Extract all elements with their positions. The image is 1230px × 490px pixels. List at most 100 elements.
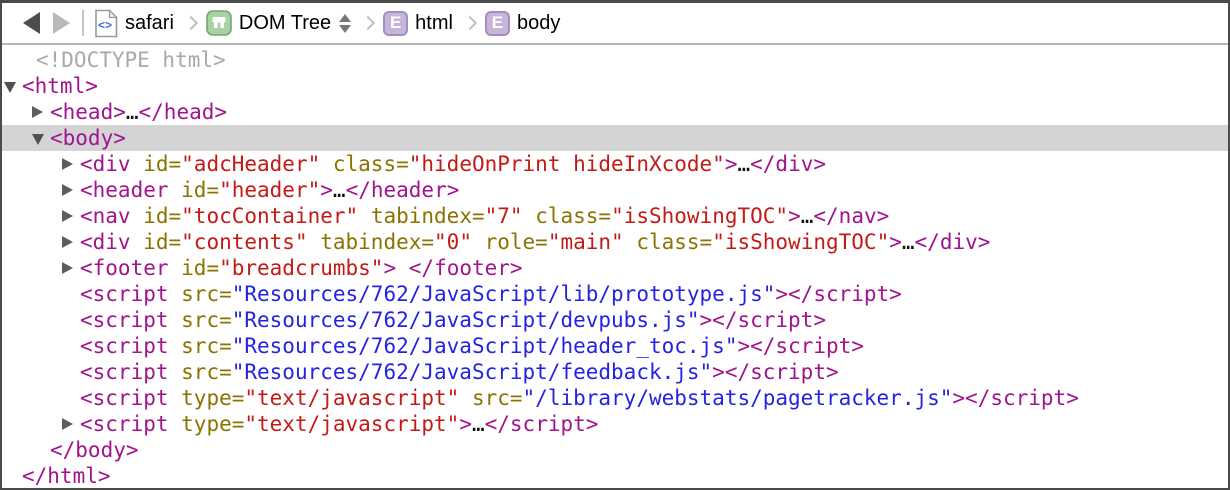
row-div-contents[interactable]: <div id="contents" tabindex="0" role="ma… <box>2 229 1228 255</box>
dom-tree-icon <box>206 10 232 36</box>
code-segment-tag: > <box>788 204 801 228</box>
code-segment-attr: src= <box>169 360 232 384</box>
row-body-open[interactable]: <body> <box>2 125 1228 151</box>
code-segment-dots: … <box>902 230 915 254</box>
forward-arrow-icon <box>53 12 70 34</box>
row-script-inline[interactable]: <script type="text/javascript">…</script… <box>2 411 1228 437</box>
code-segment-dots: … <box>333 178 346 202</box>
code-segment-link: "Resources/762/JavaScript/lib/prototype.… <box>232 282 776 306</box>
row-head[interactable]: <head>…</head> <box>2 99 1228 125</box>
code-segment-dots: … <box>472 412 485 436</box>
code-segment-val: "0" <box>434 230 472 254</box>
stepper-icon[interactable] <box>339 14 351 33</box>
breadcrumb-dom-tree-label: DOM Tree <box>239 12 331 35</box>
code-segment-tag: <script <box>80 386 169 410</box>
row-script-feedback[interactable]: <script src="Resources/762/JavaScript/fe… <box>2 359 1228 385</box>
row-script-prototype[interactable]: <script src="Resources/762/JavaScript/li… <box>2 281 1228 307</box>
code-segment-tag: </body> <box>50 438 139 462</box>
disclosure-open-icon[interactable] <box>32 134 44 145</box>
code-segment-tag: ></script> <box>952 386 1078 410</box>
row-nav-toccontainer[interactable]: <nav id="tocContainer" tabindex="7" clas… <box>2 203 1228 229</box>
breadcrumb-dom-tree[interactable]: DOM Tree <box>206 10 351 36</box>
code-segment-link: "Resources/762/JavaScript/feedback.js" <box>232 360 712 384</box>
dom-tree: <!DOCTYPE html><html><head>…</head><body… <box>2 45 1228 489</box>
code-segment-tag: </header> <box>346 178 460 202</box>
code-segment-plain <box>396 256 409 280</box>
code-segment-val: "text/javascript" <box>244 386 459 410</box>
code-segment-tag: <html> <box>22 74 98 98</box>
row-footer-breadcrumbs[interactable]: <footer id="breadcrumbs"> </footer> <box>2 255 1228 281</box>
code-segment-tag: </div> <box>915 230 991 254</box>
code-segment-attr: type= <box>169 412 245 436</box>
code-segment-val: "7" <box>485 204 523 228</box>
row-script-pagetracker[interactable]: <script type="text/javascript" src="/lib… <box>2 385 1228 411</box>
disclosure-closed-icon[interactable] <box>32 106 43 118</box>
breadcrumb-html[interactable]: E html <box>383 11 453 36</box>
code-segment-dots: … <box>126 100 139 124</box>
code-segment-tag: </footer> <box>409 256 523 280</box>
forward-button[interactable] <box>46 8 76 38</box>
code-segment-val: "hideOnPrint hideInXcode" <box>409 152 725 176</box>
row-div-adcheader[interactable]: <div id="adcHeader" class="hideOnPrint h… <box>2 151 1228 177</box>
code-segment-tag: <script <box>80 412 169 436</box>
code-segment-tag: ></script> <box>737 334 863 358</box>
breadcrumb-safari[interactable]: <> safari <box>94 9 174 38</box>
code-segment-tag: <div <box>80 152 131 176</box>
code-segment-val: "adcHeader" <box>181 152 320 176</box>
element-badge-icon: E <box>383 11 408 36</box>
row-html-open[interactable]: <html> <box>2 73 1228 99</box>
row-script-devpubs[interactable]: <script src="Resources/762/JavaScript/de… <box>2 307 1228 333</box>
row-script-header-toc[interactable]: <script src="Resources/762/JavaScript/he… <box>2 333 1228 359</box>
disclosure-closed-icon[interactable] <box>62 418 73 430</box>
row-doctype[interactable]: <!DOCTYPE html> <box>2 47 1228 73</box>
code-segment-attr: src= <box>169 308 232 332</box>
element-badge-icon: E <box>485 11 510 36</box>
stepper-down-icon <box>339 25 351 33</box>
code-segment-tag: <script <box>80 282 169 306</box>
code-segment-val: "tocContainer" <box>181 204 358 228</box>
code-segment-tag: </head> <box>139 100 228 124</box>
code-segment-attr: type= <box>169 386 245 410</box>
disclosure-closed-icon[interactable] <box>62 184 73 196</box>
disclosure-closed-icon[interactable] <box>62 210 73 222</box>
disclosure-closed-icon[interactable] <box>62 158 73 170</box>
code-segment-attr: class= <box>523 204 612 228</box>
web-inspector-window: <> safari DOM Tree E html E <box>0 0 1230 490</box>
code-segment-link: "/library/webstats/pagetracker.js" <box>523 386 953 410</box>
disclosure-closed-icon[interactable] <box>62 262 73 274</box>
breadcrumb-body[interactable]: E body <box>485 11 560 36</box>
code-segment-tag: <script <box>80 334 169 358</box>
code-segment-tag: <script <box>80 360 169 384</box>
row-header[interactable]: <header id="header">…</header> <box>2 177 1228 203</box>
row-body-close[interactable]: </body> <box>2 437 1228 463</box>
code-segment-val: "main" <box>548 230 624 254</box>
code-segment-val: "header" <box>219 178 320 202</box>
chevron-separator-icon <box>184 16 198 30</box>
code-segment-attr: id= <box>131 204 182 228</box>
code-segment-attr: id= <box>169 178 220 202</box>
code-segment-tag: > <box>459 412 472 436</box>
breadcrumb-body-label: body <box>517 12 560 35</box>
code-segment-attr: class= <box>320 152 409 176</box>
code-segment-attr: role= <box>472 230 548 254</box>
code-segment-tag: > <box>725 152 738 176</box>
back-arrow-icon <box>23 12 40 34</box>
code-segment-dots: … <box>801 204 814 228</box>
row-html-close[interactable]: </html> <box>2 463 1228 489</box>
code-segment-tag: <nav <box>80 204 131 228</box>
disclosure-closed-icon[interactable] <box>62 236 73 248</box>
code-segment-dots: … <box>737 152 750 176</box>
code-segment-tag: > <box>889 230 902 254</box>
chevron-separator-icon <box>463 16 477 30</box>
back-button[interactable] <box>16 8 46 38</box>
code-segment-tag: </div> <box>750 152 826 176</box>
code-segment-attr: tabindex= <box>308 230 434 254</box>
code-segment-tag: > <box>320 178 333 202</box>
code-segment-tag: ></script> <box>700 308 826 332</box>
disclosure-open-icon[interactable] <box>4 82 16 93</box>
code-segment-attr: id= <box>169 256 220 280</box>
code-segment-tag: </script> <box>485 412 599 436</box>
code-segment-val: "text/javascript" <box>244 412 459 436</box>
code-segment-tag: <header <box>80 178 169 202</box>
code-segment-tag: </nav> <box>813 204 889 228</box>
